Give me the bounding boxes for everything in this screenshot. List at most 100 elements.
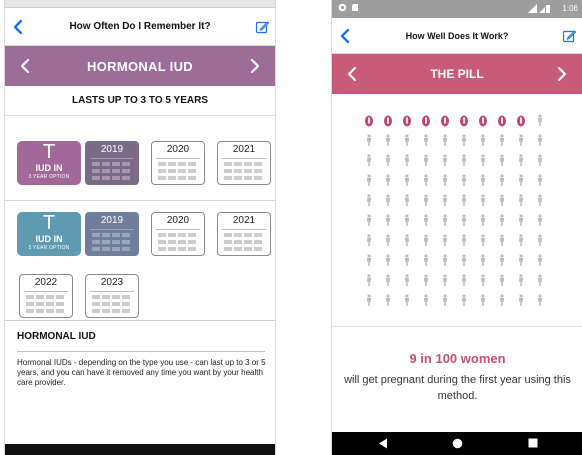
calendar-tile-2023-5yr: 2023	[85, 274, 139, 318]
navigation-bar: How Well Does It Work?	[332, 18, 582, 54]
status-bar: 1:06	[332, 0, 582, 18]
woman-figure-icon	[385, 234, 391, 246]
back-chevron-icon[interactable]	[338, 28, 352, 44]
android-nav-bar	[332, 432, 582, 455]
calendar-year: 2021	[232, 215, 256, 226]
woman-figure-icon	[442, 214, 448, 226]
woman-figure-icon	[480, 134, 486, 146]
woman-figure-icon	[442, 194, 448, 206]
calendar-tile-2022-5yr: 2022	[19, 274, 73, 318]
previous-method-chevron-icon[interactable]	[19, 58, 31, 74]
woman-figure-icon	[518, 294, 524, 306]
badge-sublabel: 5 YEAR OPTION	[28, 245, 70, 251]
edit-icon[interactable]	[562, 29, 576, 43]
calendar-grid-icon	[224, 233, 262, 251]
woman-figure-icon	[461, 174, 467, 186]
woman-figure-icon	[442, 234, 448, 246]
woman-figure-icon	[537, 134, 543, 146]
method-title: THE PILL	[430, 67, 484, 81]
next-method-chevron-icon[interactable]	[556, 66, 568, 82]
row-divider	[5, 200, 275, 201]
method-info-panel: HORMONAL IUD Hormonal IUDs - depending o…	[5, 320, 275, 444]
woman-figure-icon	[423, 234, 429, 246]
woman-figure-icon	[499, 194, 505, 206]
page-title: How Often Do I Remember It?	[69, 21, 211, 32]
back-triangle-icon[interactable]	[378, 438, 388, 449]
woman-figure-icon	[366, 134, 372, 146]
woman-figure-icon	[404, 274, 410, 286]
woman-figure-icon	[385, 214, 391, 226]
duration-heading: LASTS UP TO 3 TO 5 YEARS	[5, 86, 275, 116]
woman-figure-icon	[423, 194, 429, 206]
woman-figure-icon	[366, 194, 372, 206]
calendar-grid-icon	[26, 295, 64, 313]
woman-figure-icon	[480, 234, 486, 246]
method-band: HORMONAL IUD	[5, 46, 275, 86]
next-method-chevron-icon[interactable]	[249, 58, 261, 74]
woman-figure-icon	[442, 174, 448, 186]
woman-figure-icon	[537, 274, 543, 286]
pregnant-figure-icon	[422, 115, 430, 127]
woman-figure-icon	[480, 294, 486, 306]
badge-sublabel: 3 YEAR OPTION	[28, 174, 70, 180]
previous-method-chevron-icon[interactable]	[346, 66, 358, 82]
woman-figure-icon	[423, 214, 429, 226]
woman-figure-icon	[480, 174, 486, 186]
woman-figure-icon	[537, 154, 543, 166]
woman-figure-icon	[537, 214, 543, 226]
info-divider	[17, 351, 265, 352]
woman-figure-icon	[499, 214, 505, 226]
effectiveness-result: 9 in 100 women will get pregnant during …	[332, 326, 582, 432]
woman-figure-icon	[499, 234, 505, 246]
calendar-tile-2019-3yr: 2019	[85, 141, 139, 185]
woman-figure-icon	[385, 134, 391, 146]
calendar-tile-2019-5yr: 2019	[85, 212, 139, 256]
woman-figure-icon	[423, 274, 429, 286]
woman-figure-icon	[461, 254, 467, 266]
notification-icon	[338, 3, 347, 12]
woman-figure-icon	[537, 294, 543, 306]
recents-square-icon[interactable]	[528, 438, 538, 448]
bottom-bar	[5, 444, 275, 455]
woman-figure-icon	[518, 254, 524, 266]
calendar-grid-icon	[92, 295, 130, 313]
calendar-year: 2020	[166, 215, 190, 226]
woman-figure-icon	[461, 194, 467, 206]
signal-battery-icon	[528, 4, 550, 13]
iud-5-year-badge: T IUD IN 5 YEAR OPTION	[17, 212, 81, 256]
woman-figure-icon	[537, 194, 543, 206]
woman-figure-icon	[404, 294, 410, 306]
pregnant-figure-icon	[441, 115, 449, 127]
woman-figure-icon	[385, 194, 391, 206]
calendar-grid-icon	[158, 162, 196, 180]
woman-figure-icon	[366, 174, 372, 186]
woman-figure-icon	[518, 174, 524, 186]
woman-figure-icon	[385, 274, 391, 286]
calendar-year: 2019	[100, 144, 124, 155]
navigation-bar: How Often Do I Remember It?	[5, 8, 275, 46]
edit-icon[interactable]	[255, 20, 269, 34]
woman-figure-icon	[423, 254, 429, 266]
woman-figure-icon	[404, 254, 410, 266]
badge-label: IUD IN	[35, 234, 63, 244]
woman-figure-icon	[499, 254, 505, 266]
woman-figure-icon	[404, 154, 410, 166]
home-circle-icon[interactable]	[452, 438, 463, 449]
woman-figure-icon	[518, 234, 524, 246]
woman-figure-icon	[518, 214, 524, 226]
calendar-year: 2019	[100, 215, 124, 226]
info-title: HORMONAL IUD	[17, 331, 96, 342]
iud-t-icon: T	[42, 141, 56, 163]
info-text: Hormonal IUDs - depending on the type yo…	[17, 358, 266, 387]
woman-figure-icon	[423, 174, 429, 186]
pregnant-figure-icon	[517, 115, 525, 127]
back-chevron-icon[interactable]	[11, 19, 25, 35]
woman-figure-icon	[404, 234, 410, 246]
calendar-year: 2023	[100, 277, 124, 288]
status-time: 1:06	[562, 4, 578, 13]
woman-figure-icon	[499, 154, 505, 166]
page-title: How Well Does It Work?	[405, 30, 509, 41]
woman-figure-icon	[537, 114, 543, 126]
sd-card-icon	[352, 4, 358, 11]
woman-figure-icon	[480, 154, 486, 166]
